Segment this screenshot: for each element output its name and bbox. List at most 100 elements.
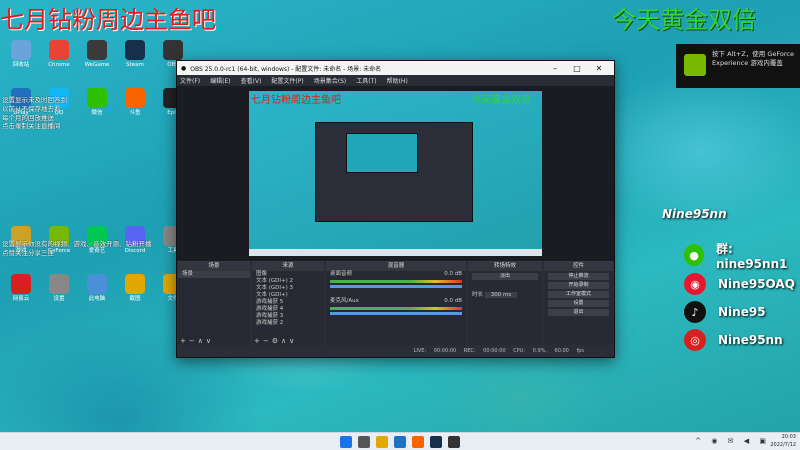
maximize-button[interactable]: □: [566, 64, 588, 73]
desktop-icon[interactable]: 此电脑: [78, 274, 116, 302]
menu-view[interactable]: 查看(V): [241, 76, 262, 85]
sources-header: 来源: [252, 262, 324, 271]
nvidia-notice: 按下 Alt+Z，使用 GeForce Experience 游戏内覆盖: [676, 44, 800, 88]
app-icon: [49, 274, 69, 294]
source-item[interactable]: 游戏捕获 2: [252, 320, 324, 327]
volume-meter: [330, 307, 462, 310]
app-icon: [125, 40, 145, 60]
banner-line: 每个月的回放推送: [2, 113, 54, 122]
social-text: Nine95: [718, 305, 766, 319]
start-recording-button[interactable]: 开始录制: [548, 282, 609, 289]
obs-window-title: OBS 25.0.0-rc1 (64-bit, windows) - 配置文件:…: [190, 65, 382, 73]
desktop-icon-label: 此电脑: [88, 296, 106, 302]
banner-line: 点击录制关注直播间: [2, 122, 61, 131]
preview-title-green: 今天黄金双倍: [471, 95, 531, 106]
desktop-icon-label: 网易云: [12, 296, 30, 302]
duration-input[interactable]: 300 ms: [484, 292, 518, 298]
volume-slider[interactable]: [330, 312, 462, 315]
app-icon: [11, 40, 31, 60]
menu-edit[interactable]: 编辑(E): [210, 76, 230, 85]
notice-line: 设置显示你没有的视频、游戏、音效开源、钻粉开播: [2, 240, 152, 248]
menu-tools[interactable]: 工具(T): [356, 76, 376, 85]
exit-button[interactable]: 退出: [548, 309, 609, 316]
sources-panel: 来源 图像 文本 (GDI+) 2 文本 (GDI+) 3 文本 (GDI+) …: [252, 261, 324, 347]
app-icon: [11, 274, 31, 294]
nvidia-notice-text: 按下 Alt+Z，使用 GeForce Experience 游戏内覆盖: [712, 50, 794, 68]
desktop-icon-label: Chrome: [48, 62, 70, 68]
clock-date: 2022/7/12: [770, 441, 796, 448]
scenes-header: 场景: [178, 262, 250, 271]
scene-toolbar[interactable]: +−∧∨: [180, 337, 214, 345]
mixer-panel: 混音器 桌面音频 0.0 dB 麦克风/Aux 0.0 dB: [326, 261, 466, 347]
system-tray[interactable]: ^ ◉ ✉ ◀ ▣: [695, 437, 770, 445]
obs-menubar: 文件(F) 编辑(E) 查看(V) 配置文件(P) 场景集合(S) 工具(T) …: [177, 75, 614, 86]
start-icon[interactable]: [340, 436, 352, 448]
desktop-icon[interactable]: Steam: [116, 40, 154, 68]
obs-taskbar-icon[interactable]: [448, 436, 460, 448]
source-item[interactable]: 文本 (GDI+) 2: [252, 278, 324, 285]
transition-select[interactable]: 淡出: [472, 273, 538, 280]
volume-slider[interactable]: [330, 285, 462, 288]
notice-line: 点赞关注分享三连: [2, 248, 54, 257]
close-button[interactable]: ✕: [588, 64, 610, 73]
social-text: 群: nine95nn1: [715, 241, 788, 271]
settings-button[interactable]: 设置: [548, 300, 609, 307]
weibo-icon: ◉: [684, 273, 706, 295]
edge-icon[interactable]: [394, 436, 406, 448]
app-icon: [163, 40, 183, 60]
preview-title-red: 七月钻粉周边主鱼吧: [251, 95, 341, 106]
menu-file[interactable]: 文件(F): [180, 76, 200, 85]
mixer-header: 混音器: [326, 262, 466, 271]
obs-titlebar[interactable]: ● OBS 25.0.0-rc1 (64-bit, windows) - 配置文…: [177, 61, 614, 75]
menu-scene-collection[interactable]: 场景集合(S): [314, 76, 347, 85]
source-toolbar[interactable]: +−⚙∧∨: [254, 337, 297, 345]
desktop-notice: 设置显示你没有的视频、游戏、音效开源、钻粉开播 点赞关注分享三连: [2, 240, 172, 258]
duration-label: 时长: [472, 292, 484, 298]
social-tiktok: ♪ Nine95: [684, 301, 766, 323]
steam-icon[interactable]: [430, 436, 442, 448]
studio-mode-button[interactable]: 工作室模式: [548, 291, 609, 298]
banner-line: 设置显示未及时回答到: [2, 96, 67, 104]
source-item[interactable]: 图像: [252, 271, 324, 278]
desktop-icon[interactable]: 截图: [116, 274, 154, 302]
search-icon[interactable]: [358, 436, 370, 448]
taskbar-apps: [340, 436, 460, 448]
app-icon: [49, 40, 69, 60]
minimize-button[interactable]: –: [544, 64, 566, 73]
desktop-icon[interactable]: 设置: [40, 274, 78, 302]
desktop-icon-label: 设置: [53, 296, 65, 302]
source-item[interactable]: 游戏捕获 3: [252, 313, 324, 320]
source-item[interactable]: 文本 (GDI+) 3: [252, 285, 324, 292]
menu-profile[interactable]: 配置文件(P): [271, 76, 303, 85]
wechat-icon: ●: [684, 244, 704, 266]
douyu-icon[interactable]: [412, 436, 424, 448]
scene-item[interactable]: 场景: [178, 271, 250, 278]
preview-taskbar: [249, 249, 542, 256]
menu-help[interactable]: 帮助(H): [387, 76, 408, 85]
netease-music-icon: ◎: [684, 329, 706, 351]
desktop-icon[interactable]: 网易云: [2, 274, 40, 302]
desktop-icon[interactable]: WeGame: [78, 40, 116, 68]
stop-streaming-button[interactable]: 停止推流: [548, 273, 609, 280]
obs-window[interactable]: ● OBS 25.0.0-rc1 (64-bit, windows) - 配置文…: [176, 60, 615, 358]
preview-nested-obs: [315, 122, 473, 222]
app-icon: [125, 274, 145, 294]
clock[interactable]: 20:03 2022/7/12: [770, 434, 796, 449]
tiktok-icon: ♪: [684, 301, 706, 323]
desktop-icon[interactable]: 回收站: [2, 40, 40, 68]
source-item[interactable]: 游戏捕获 4: [252, 306, 324, 313]
track-db: 0.0 dB: [444, 271, 462, 277]
track-db: 0.0 dB: [444, 298, 462, 304]
social-wechat: ● 群: nine95nn1: [684, 242, 800, 271]
desktop-icon[interactable]: Chrome: [40, 40, 78, 68]
social-netease: ◎ Nine95nn: [684, 329, 783, 351]
file-explorer-icon[interactable]: [376, 436, 388, 448]
nvidia-icon: [684, 54, 706, 76]
preview-canvas[interactable]: 七月钻粉周边主鱼吧 今天黄金双倍: [249, 91, 542, 256]
source-item[interactable]: 文本 (GDI+): [252, 292, 324, 299]
track-name: 桌面音频: [330, 271, 353, 277]
source-item[interactable]: 游戏捕获 5: [252, 299, 324, 306]
taskbar: ^ ◉ ✉ ◀ ▣ 20:03 2022/7/12: [0, 432, 800, 450]
app-icon: [87, 40, 107, 60]
desktop-icon-label: Steam: [126, 62, 144, 68]
